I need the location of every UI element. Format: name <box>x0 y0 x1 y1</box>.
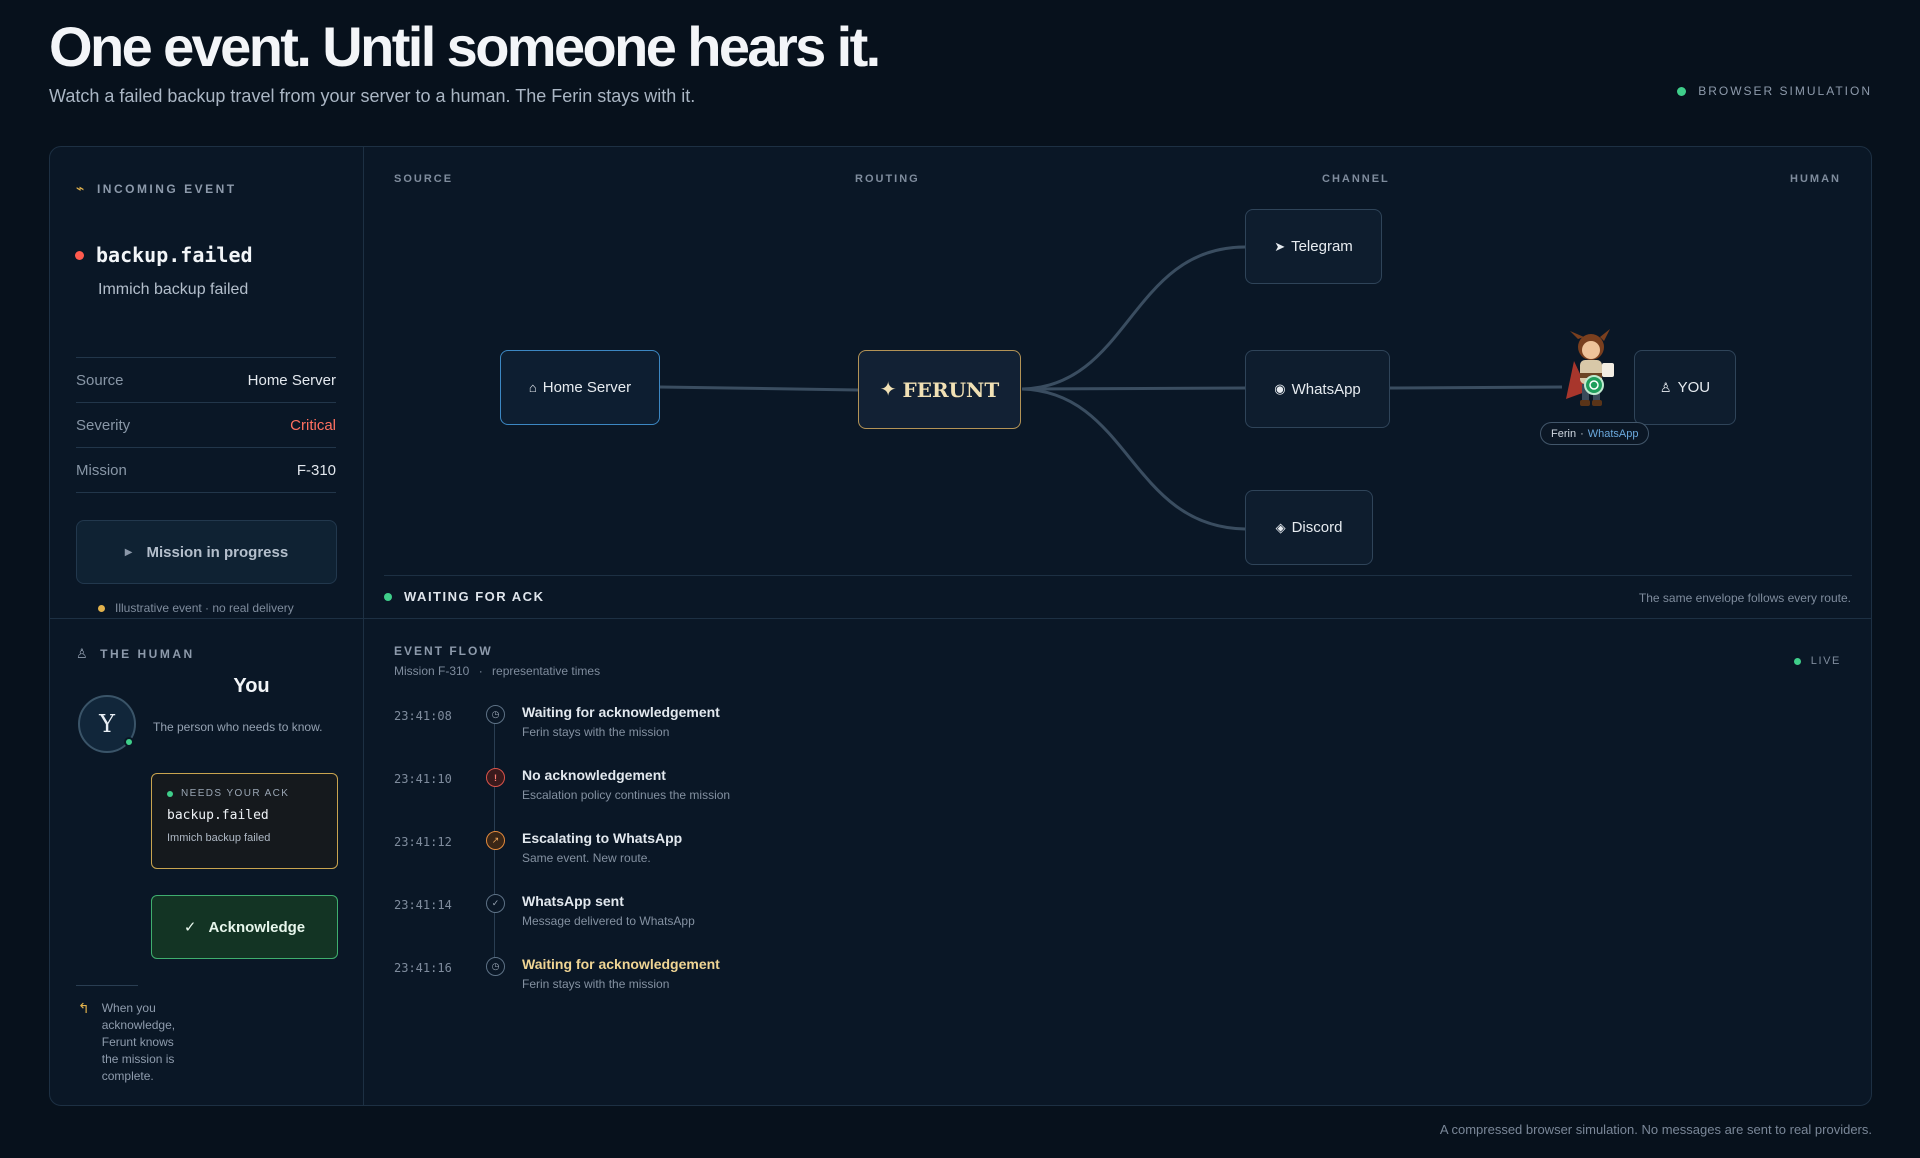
simulation-badge-label: BROWSER SIMULATION <box>1698 84 1872 98</box>
human-description: The person who needs to know. <box>153 720 323 734</box>
escalate-icon: ↗ <box>486 831 505 850</box>
simulation-frame: ⌁ INCOMING EVENT backup.failed Immich ba… <box>49 146 1872 1106</box>
page-title: One event. Until someone hears it. <box>49 15 881 78</box>
hint-divider <box>76 985 138 986</box>
avatar: Y <box>78 695 136 753</box>
acknowledge-button[interactable]: ✓ Acknowledge <box>151 895 338 959</box>
page-subtitle: Watch a failed backup travel from your s… <box>49 86 696 106</box>
node-telegram[interactable]: ➤ Telegram <box>1245 209 1382 284</box>
live-dot-icon <box>1793 657 1801 665</box>
node-ferunt[interactable]: ✦ FERUNT <box>858 350 1021 429</box>
envelope-note: The same envelope follows every route. <box>1638 591 1851 605</box>
status-divider <box>384 575 1852 576</box>
check-icon: ✓ <box>486 894 505 913</box>
status-dot-icon <box>167 790 173 797</box>
human-name: You <box>233 675 270 697</box>
node-you[interactable]: ♙ YOU <box>1634 350 1736 425</box>
horizontal-divider <box>50 618 1871 619</box>
ack-card-event: backup.failed <box>167 808 269 823</box>
ack-notification-card: NEEDS YOUR ACK backup.failed Immich back… <box>151 773 338 869</box>
event-flow-title: EVENT FLOW <box>394 644 493 658</box>
event-flow-subtitle: Mission F-310 · representative times <box>394 664 601 678</box>
node-whatsapp[interactable]: ◉ WhatsApp <box>1245 350 1390 428</box>
ferin-character-icon <box>1566 329 1614 406</box>
node-home-server[interactable]: ⌂ Home Server <box>500 350 660 425</box>
connector-server-ferunt <box>659 385 859 392</box>
telegram-icon: ➤ <box>1274 238 1286 254</box>
clock-icon: ◷ <box>486 705 505 724</box>
connector-ferunt-discord <box>1021 387 1246 531</box>
connector-ferunt-whatsapp <box>1021 386 1246 391</box>
connector-ferunt-telegram <box>1021 245 1246 391</box>
the-human-label: ♙ THE HUMAN <box>76 646 195 661</box>
discord-icon: ◈ <box>1275 519 1286 535</box>
sparkle-icon: ✦ <box>879 379 897 401</box>
check-icon: ✓ <box>183 919 197 936</box>
whatsapp-icon: ◉ <box>1274 381 1286 396</box>
ack-card-header: NEEDS YOUR ACK <box>167 788 322 799</box>
status-dot-icon <box>1677 86 1687 96</box>
node-discord[interactable]: ◈ Discord <box>1245 490 1373 565</box>
footer-note: A compressed browser simulation. No mess… <box>1439 1122 1872 1137</box>
ack-card-description: Immich backup failed <box>167 832 271 844</box>
online-indicator-icon <box>124 737 134 747</box>
return-arrow-icon: ↰ <box>78 1000 90 1016</box>
routing-status: WAITING FOR ACK <box>384 589 544 604</box>
ferin-route-label: Ferin · WhatsApp <box>1540 422 1650 445</box>
person-icon: ♙ <box>76 646 91 661</box>
status-dot-icon <box>384 592 392 601</box>
alert-icon: ! <box>486 768 505 787</box>
person-icon: ♙ <box>1659 379 1672 395</box>
simulation-badge: BROWSER SIMULATION <box>1677 84 1872 98</box>
acknowledge-hint: ↰ When you acknowledge, Ferunt knows the… <box>78 1000 176 1083</box>
connector-whatsapp-you <box>1389 385 1563 390</box>
home-icon: ⌂ <box>528 380 537 395</box>
live-indicator: LIVE <box>1793 655 1841 667</box>
clock-icon: ◷ <box>486 957 505 976</box>
